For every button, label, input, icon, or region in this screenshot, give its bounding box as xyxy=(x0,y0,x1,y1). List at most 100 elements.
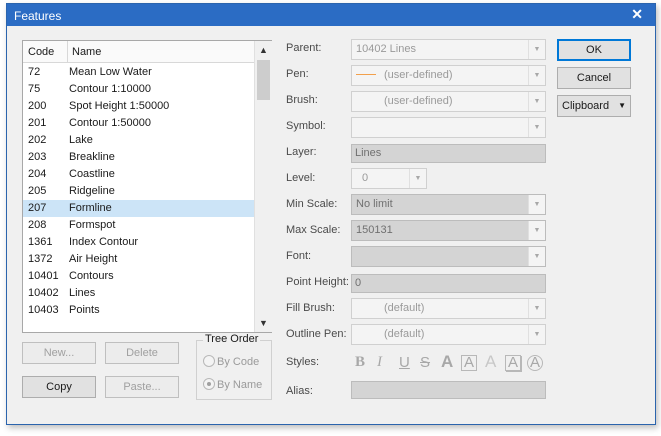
chevron-down-icon: ▼ xyxy=(528,92,545,111)
underline-button[interactable]: U xyxy=(399,354,410,371)
scroll-up-icon[interactable]: ▲ xyxy=(259,45,268,55)
cancel-button[interactable]: Cancel xyxy=(557,67,631,89)
level-label: Level: xyxy=(286,172,316,184)
parent-value: 10402 Lines xyxy=(356,43,416,55)
symbol-select[interactable]: ▼ xyxy=(351,117,546,138)
column-separator[interactable] xyxy=(67,41,68,62)
bold-a-button[interactable]: A xyxy=(441,352,453,372)
feature-name: Mean Low Water xyxy=(69,66,152,78)
list-item[interactable]: 10403 Points xyxy=(23,302,254,319)
italic-button[interactable]: I xyxy=(377,354,382,371)
clipboard-button[interactable]: Clipboard ▼ xyxy=(557,95,631,117)
max-scale-value: 150131 xyxy=(356,224,393,236)
feature-name: Spot Height 1:50000 xyxy=(69,100,170,112)
delete-button[interactable]: Delete xyxy=(105,342,179,364)
feature-code: 10402 xyxy=(28,287,59,299)
pen-value: (user-defined) xyxy=(356,69,452,81)
brush-value: (user-defined) xyxy=(384,95,453,107)
chevron-down-icon: ▼ xyxy=(528,325,545,344)
feature-code: 202 xyxy=(28,134,47,146)
feature-code: 208 xyxy=(28,219,47,231)
vertical-scrollbar[interactable]: ▲ ▼ xyxy=(254,41,272,332)
list-item[interactable]: 1372 Air Height xyxy=(23,251,254,268)
new-button[interactable]: New... xyxy=(22,342,96,364)
chevron-down-icon: ▼ xyxy=(528,195,545,214)
clipboard-label: Clipboard xyxy=(562,100,610,112)
fill-brush-select[interactable]: (default) ▼ xyxy=(351,298,546,319)
chevron-down-icon: ▼ xyxy=(528,118,545,137)
list-item[interactable]: 202 Lake xyxy=(23,132,254,149)
feature-name: Air Height xyxy=(69,253,118,265)
feature-code: 72 xyxy=(28,66,41,78)
tree-order-group: Tree Order By Code By Name xyxy=(196,333,272,400)
feature-name: Index Contour xyxy=(69,236,139,248)
feature-name: Contours xyxy=(69,270,114,282)
feature-name: Ridgeline xyxy=(69,185,115,197)
feature-code: 200 xyxy=(28,100,47,112)
max-scale-select[interactable]: 150131 ▼ xyxy=(351,220,546,241)
brush-select[interactable]: (user-defined) ▼ xyxy=(351,91,546,112)
chevron-down-icon: ▼ xyxy=(528,40,545,59)
level-value: 0 xyxy=(362,172,369,184)
list-item[interactable]: 1361 Index Contour xyxy=(23,234,254,251)
tree-order-legend: Tree Order xyxy=(203,333,261,345)
layer-field[interactable]: Lines xyxy=(351,144,546,163)
list-item[interactable]: 201 Contour 1:50000 xyxy=(23,115,254,132)
list-rows: 72 Mean Low Water 75 Contour 1:10000 200 Spot… xyxy=(23,64,254,319)
alias-label: Alias: xyxy=(286,385,313,397)
column-header-code[interactable]: Code xyxy=(28,46,54,58)
outline-pen-label: Outline Pen: xyxy=(286,328,347,340)
outline-pen-select[interactable]: (default) ▼ xyxy=(351,324,546,345)
point-height-field[interactable]: 0 xyxy=(351,274,546,293)
list-item[interactable]: 208 Formspot xyxy=(23,217,254,234)
parent-select[interactable]: 10402 Lines ▼ xyxy=(351,39,546,60)
window-title: Features xyxy=(14,9,62,23)
feature-name: Contour 1:50000 xyxy=(69,117,151,129)
scroll-thumb[interactable] xyxy=(257,60,270,100)
chevron-down-icon: ▼ xyxy=(409,169,426,188)
font-label: Font: xyxy=(286,250,312,262)
fill-brush-label: Fill Brush: xyxy=(286,302,335,314)
list-item[interactable]: 72 Mean Low Water xyxy=(23,64,254,81)
feature-name: Formline xyxy=(69,202,112,214)
feature-name: Lines xyxy=(69,287,96,299)
feature-code: 204 xyxy=(28,168,47,180)
by-code-radio[interactable]: By Code xyxy=(203,355,259,368)
fill-brush-value: (default) xyxy=(384,302,425,314)
list-item[interactable]: 203 Breakline xyxy=(23,149,254,166)
ok-button[interactable]: OK xyxy=(557,39,631,61)
feature-code: 203 xyxy=(28,151,47,163)
pen-select[interactable]: (user-defined) ▼ xyxy=(351,65,546,86)
by-name-radio[interactable]: By Name xyxy=(203,378,262,391)
point-height-label: Point Height: xyxy=(286,276,349,288)
outline-pen-value: (default) xyxy=(384,328,425,340)
level-select[interactable]: 0 ▼ xyxy=(351,168,427,189)
close-icon[interactable]: ✕ xyxy=(631,6,643,23)
list-item[interactable]: 75 Contour 1:10000 xyxy=(23,81,254,98)
list-item[interactable]: 10402 Lines xyxy=(23,285,254,302)
scroll-down-icon[interactable]: ▼ xyxy=(259,318,268,328)
list-item[interactable]: 200 Spot Height 1:50000 xyxy=(23,98,254,115)
pen-label: Pen: xyxy=(286,68,309,80)
strikethrough-button[interactable]: S xyxy=(420,354,430,371)
features-list[interactable]: Code Name 72 Mean Low Water 75 Contour 1:10… xyxy=(22,40,272,333)
list-item[interactable]: 10401 Contours xyxy=(23,268,254,285)
copy-button[interactable]: Copy xyxy=(22,376,96,398)
bold-button[interactable]: B xyxy=(355,354,365,371)
list-item[interactable]: 207 Formline xyxy=(23,200,254,217)
alias-field[interactable] xyxy=(351,381,546,399)
list-item[interactable]: 204 Coastline xyxy=(23,166,254,183)
min-scale-label: Min Scale: xyxy=(286,198,338,210)
feature-code: 1372 xyxy=(28,253,53,265)
font-select[interactable]: ▼ xyxy=(351,246,546,267)
chevron-down-icon: ▼ xyxy=(528,66,545,85)
outline-a-button[interactable]: A xyxy=(485,352,496,372)
min-scale-select[interactable]: No limit ▼ xyxy=(351,194,546,215)
paste-button[interactable]: Paste... xyxy=(105,376,179,398)
list-item[interactable]: 205 Ridgeline xyxy=(23,183,254,200)
radio-selected-icon xyxy=(203,378,215,390)
symbol-label: Symbol: xyxy=(286,120,326,132)
chevron-down-icon: ▼ xyxy=(528,299,545,318)
layer-value: Lines xyxy=(355,147,382,159)
column-header-name[interactable]: Name xyxy=(72,46,101,58)
